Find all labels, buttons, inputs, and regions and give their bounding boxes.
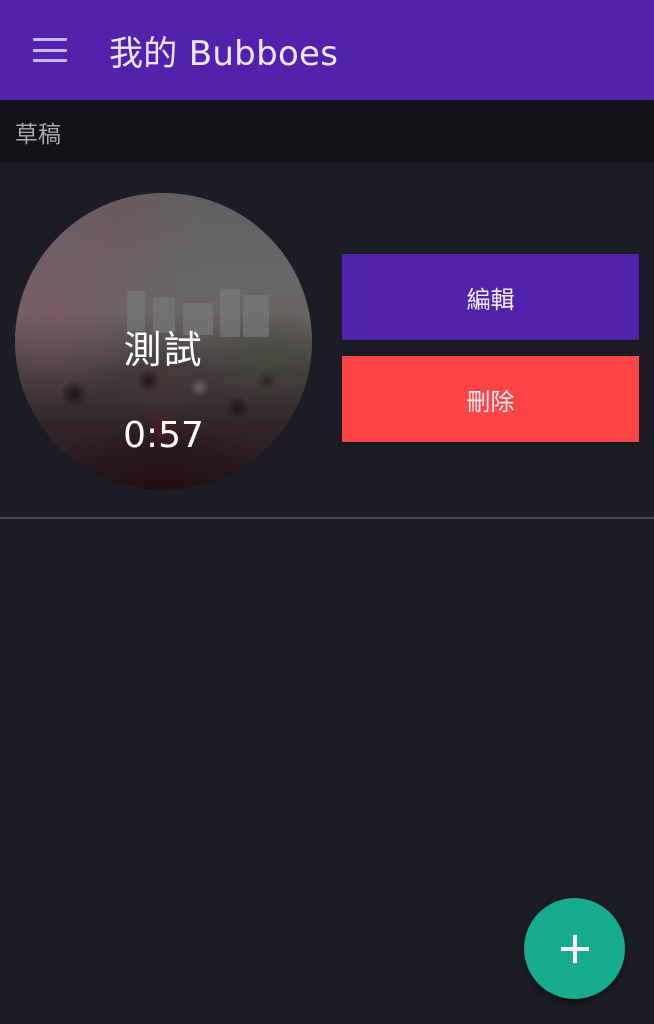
page-title: 我的 Bubboes bbox=[109, 33, 339, 74]
edit-button[interactable]: 編輯 bbox=[342, 254, 639, 340]
bubble-duration: 0:57 bbox=[123, 415, 204, 456]
plus-icon bbox=[560, 934, 589, 963]
draft-list-item: 測試 0:57 編輯 刪除 bbox=[0, 163, 654, 518]
bubble-thumbnail[interactable]: 測試 0:57 bbox=[15, 193, 312, 490]
section-header-drafts: 草稿 bbox=[0, 100, 654, 163]
menu-button[interactable] bbox=[0, 0, 100, 100]
list-divider bbox=[0, 517, 654, 519]
section-label: 草稿 bbox=[15, 121, 61, 148]
app-screen: 我的 Bubboes 草稿 測試 0:57 編輯 刪除 bbox=[0, 0, 654, 1024]
hamburger-menu-icon bbox=[33, 38, 67, 62]
add-bubble-button[interactable] bbox=[524, 898, 625, 999]
bubble-title: 測試 bbox=[123, 328, 204, 372]
app-bar: 我的 Bubboes bbox=[0, 0, 654, 100]
delete-button[interactable]: 刪除 bbox=[342, 356, 639, 442]
